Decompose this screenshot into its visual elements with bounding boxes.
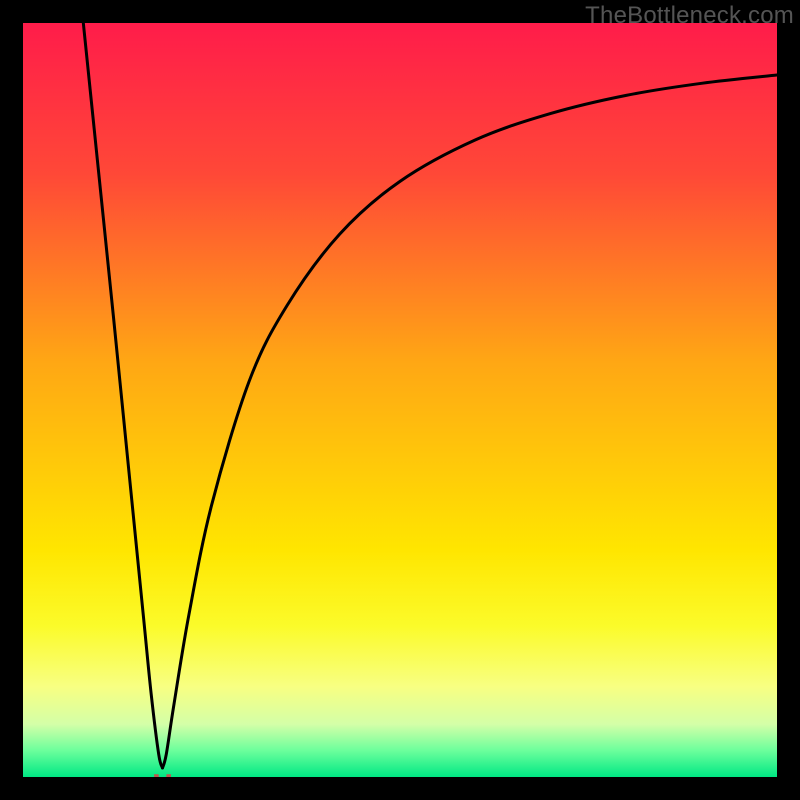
chart-frame: TheBottleneck.com ᴗ — [0, 0, 800, 800]
optimum-marker-icon: ᴗ — [153, 756, 173, 777]
chart-svg — [23, 23, 777, 777]
gradient-background — [23, 23, 777, 777]
plot-area: ᴗ — [23, 23, 777, 777]
